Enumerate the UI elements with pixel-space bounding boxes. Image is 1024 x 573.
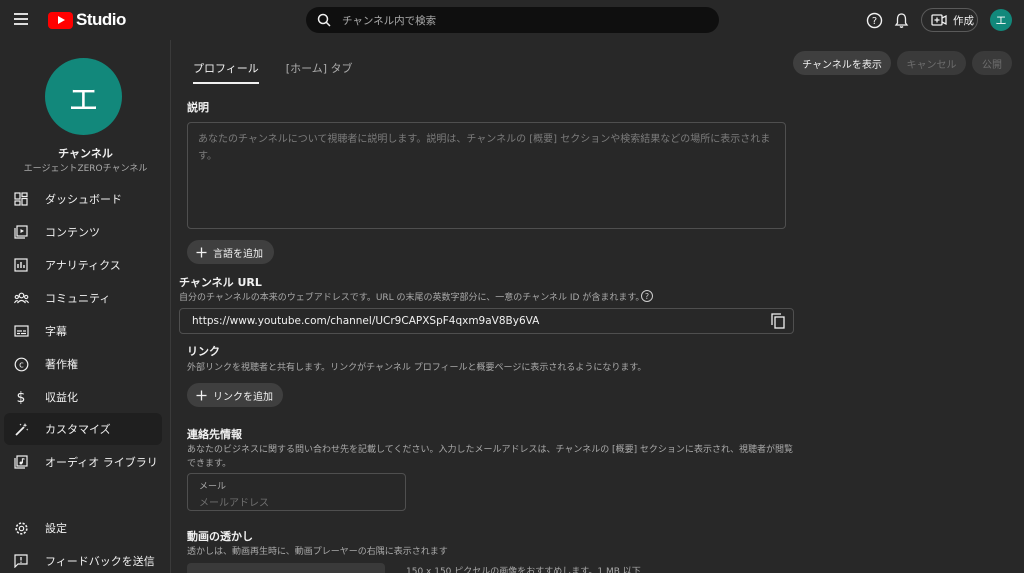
search-bar[interactable]: チャンネル内で検索 [306, 7, 719, 33]
description-label: 説明 [187, 101, 209, 114]
channel-url-label: チャンネル URL [179, 276, 262, 289]
community-icon [13, 290, 29, 306]
help-icon[interactable]: ? [641, 290, 653, 302]
search-icon[interactable] [306, 13, 342, 27]
svg-text:?: ? [871, 16, 876, 27]
channel-avatar[interactable]: エ [45, 58, 122, 135]
sidebar-item-label: コミュニティ [45, 292, 111, 305]
sidebar-item-copyright[interactable]: c 著作権 [4, 348, 162, 380]
audio-library-icon [13, 454, 29, 470]
sidebar-item-dashboard[interactable]: ダッシュボード [4, 183, 162, 215]
contact-label: 連絡先情報 [187, 428, 242, 441]
feedback-icon [13, 553, 29, 569]
sidebar-item-label: アナリティクス [45, 259, 121, 272]
svg-text:c: c [19, 360, 24, 370]
channel-title: チャンネル [58, 147, 113, 160]
sidebar-item-label: 収益化 [45, 391, 78, 404]
youtube-play-icon [48, 11, 73, 29]
email-field-label: メール [199, 482, 227, 492]
contact-help-line1: あなたのビジネスに関する問い合わせ先を記載してください。入力したメールアドレスは… [187, 445, 794, 455]
create-label: 作成 [953, 14, 974, 27]
cancel-button[interactable]: キャンセル [897, 51, 966, 75]
logo-text: Studio [76, 10, 126, 29]
channel-url-field[interactable]: https://www.youtube.com/channel/UCr9CAPX… [179, 308, 794, 334]
dashboard-icon [13, 191, 29, 207]
gear-icon [13, 520, 29, 536]
email-field[interactable]: メール メールアドレス [187, 473, 406, 511]
plus-icon [196, 390, 207, 400]
channel-url-value: https://www.youtube.com/channel/UCr9CAPX… [192, 315, 540, 327]
tab-bar: プロフィール [ホーム] タブ [193, 40, 380, 85]
sidebar-item-label: ダッシュボード [45, 193, 122, 206]
channel-name: エージェントZEROチャンネル [23, 164, 148, 174]
tab-home[interactable]: [ホーム] タブ [286, 40, 353, 85]
magic-wand-icon [13, 421, 29, 437]
sidebar-item-label: フィードバックを送信 [45, 555, 155, 568]
sidebar-item-community[interactable]: コミュニティ [4, 282, 162, 314]
top-bar: Studio チャンネル内で検索 ? 作成 エ [0, 0, 1024, 40]
copyright-icon: c [13, 356, 29, 372]
sidebar-item-label: カスタマイズ [45, 423, 111, 436]
email-input[interactable]: メールアドレス [199, 494, 269, 509]
account-avatar[interactable]: エ [990, 9, 1012, 31]
bell-icon[interactable] [892, 11, 910, 29]
contact-help-line2: できます。 [187, 459, 232, 469]
sidebar-item-audio-library[interactable]: オーディオ ライブラリ [4, 446, 162, 478]
sidebar-item-label: 著作権 [45, 358, 78, 371]
publish-button[interactable]: 公開 [972, 51, 1012, 75]
sidebar-item-content[interactable]: コンテンツ [4, 216, 162, 248]
add-link-label: リンクを追加 [213, 391, 273, 403]
sidebar-item-feedback[interactable]: フィードバックを送信 [4, 545, 162, 573]
sidebar-item-subtitles[interactable]: 字幕 [4, 315, 162, 347]
links-help: 外部リンクを視聴者と共有します。リンクがチャンネル プロフィールと概要ページに表… [187, 363, 647, 373]
add-language-label: 言語を追加 [213, 248, 263, 260]
description-textarea[interactable]: あなたのチャンネルについて視聴者に説明します。説明は、チャンネルの [概要] セ… [187, 122, 786, 229]
sidebar-item-label: コンテンツ [45, 226, 100, 239]
add-link-button[interactable]: リンクを追加 [187, 383, 283, 407]
sidebar-item-customization[interactable]: カスタマイズ [4, 413, 162, 445]
subtitles-icon [13, 323, 29, 339]
watermark-label: 動画の透かし [187, 530, 253, 543]
sidebar: エ チャンネル エージェントZEROチャンネル ダッシュボード コンテンツ アナ… [0, 40, 171, 573]
add-language-button[interactable]: 言語を追加 [187, 240, 274, 264]
watermark-preview [187, 563, 385, 573]
tab-profile[interactable]: プロフィール [193, 40, 259, 85]
sidebar-item-settings[interactable]: 設定 [4, 512, 162, 544]
view-channel-button[interactable]: チャンネルを表示 [793, 51, 891, 75]
dollar-icon: $ [13, 389, 29, 405]
youtube-studio-logo[interactable]: Studio [48, 10, 126, 30]
sidebar-item-monetization[interactable]: $ 収益化 [4, 381, 162, 413]
watermark-recommendation: 150 x 150 ピクセルの画像をおすすめします。1 MB 以下 [406, 567, 641, 573]
sidebar-item-label: 設定 [45, 522, 67, 535]
sidebar-item-label: 字幕 [45, 325, 67, 338]
plus-icon [196, 247, 207, 257]
help-icon[interactable]: ? [865, 11, 883, 29]
video-plus-icon [931, 14, 947, 26]
sidebar-item-analytics[interactable]: アナリティクス [4, 249, 162, 281]
analytics-icon [13, 257, 29, 273]
create-button[interactable]: 作成 [921, 8, 978, 32]
watermark-help: 透かしは、動画再生時に、動画プレーヤーの右隅に表示されます [187, 547, 448, 557]
copy-icon[interactable] [771, 313, 785, 332]
svg-text:$: $ [17, 390, 26, 405]
links-label: リンク [187, 345, 220, 358]
search-input[interactable]: チャンネル内で検索 [342, 13, 436, 28]
sidebar-item-label: オーディオ ライブラリ [45, 456, 158, 469]
content-icon [13, 224, 29, 240]
main-content: プロフィール [ホーム] タブ チャンネルを表示 キャンセル 公開 説明 あなた… [171, 40, 1024, 573]
channel-url-help: 自分のチャンネルの本来のウェブアドレスです。URL の末尾の英数字部分に、一意の… [179, 293, 645, 303]
hamburger-menu-icon[interactable] [14, 13, 28, 25]
